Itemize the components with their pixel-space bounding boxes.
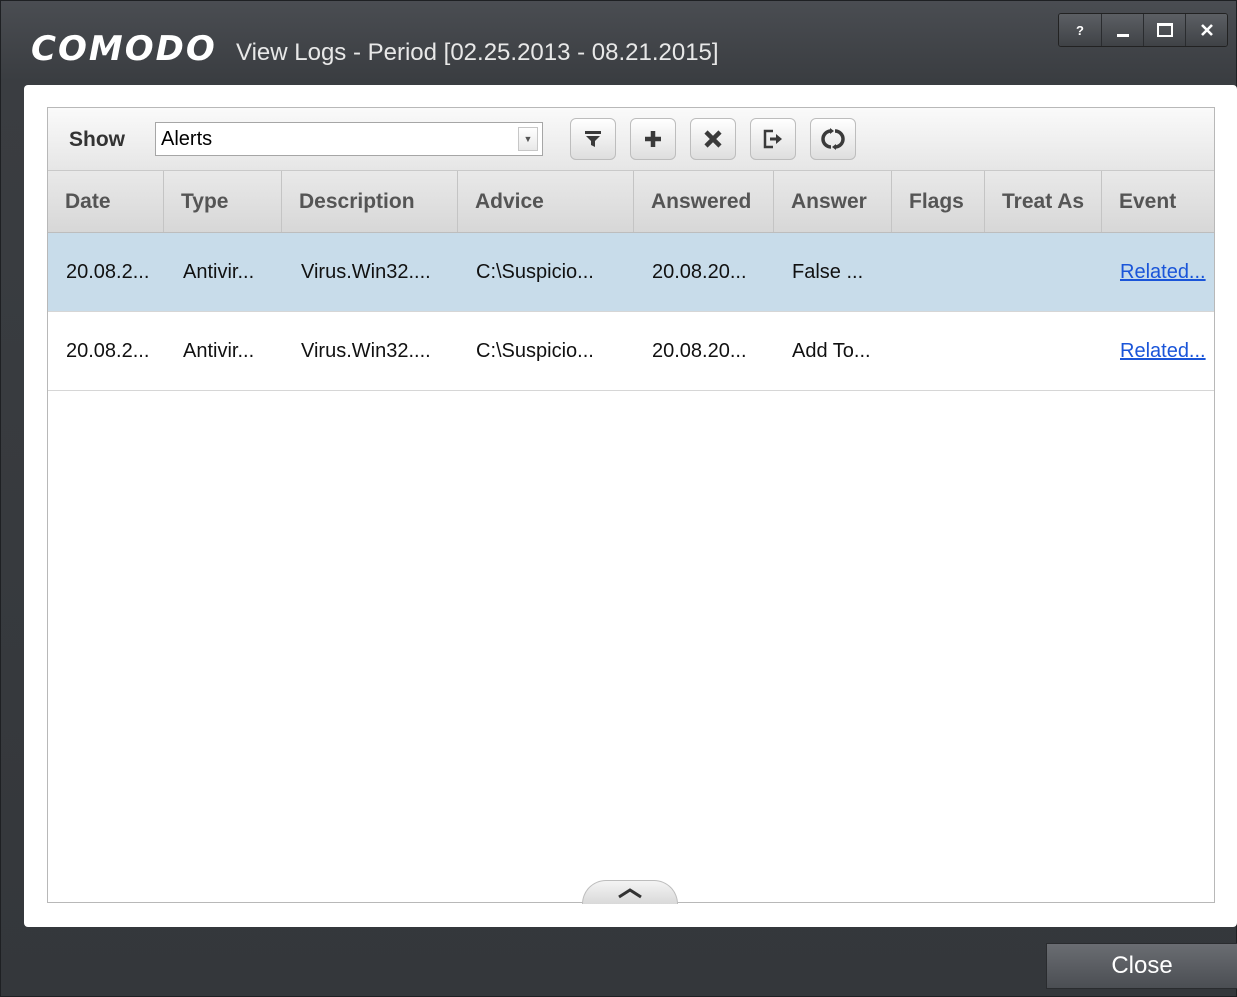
column-header-description[interactable]: Description — [282, 171, 458, 232]
log-view: Show Alerts ▼ Date Type Description Advi… — [47, 107, 1215, 904]
export-button[interactable] — [750, 118, 796, 160]
cell-answer: Add To... — [792, 340, 871, 362]
minimize-icon — [1116, 33, 1129, 37]
close-button[interactable]: Close — [1046, 943, 1237, 989]
table-row[interactable]: 20.08.2... Antivir... Virus.Win32.... C:… — [48, 233, 1214, 312]
chevron-up-icon — [618, 887, 642, 898]
cell-answer: False ... — [792, 261, 864, 283]
minimize-button[interactable] — [1101, 14, 1143, 46]
refresh-icon — [821, 128, 845, 150]
add-icon — [645, 131, 661, 147]
column-header-advice[interactable]: Advice — [458, 171, 634, 232]
close-icon — [1200, 24, 1213, 36]
cell-description: Virus.Win32.... — [301, 340, 431, 362]
close-window-button[interactable] — [1185, 14, 1227, 46]
cell-type: Antivir... — [183, 340, 255, 362]
maximize-button[interactable] — [1143, 14, 1185, 46]
table-row[interactable]: 20.08.2... Antivir... Virus.Win32.... C:… — [48, 312, 1214, 391]
column-header-answered[interactable]: Answered — [634, 171, 774, 232]
column-header-treat-as[interactable]: Treat As — [985, 171, 1102, 232]
add-button[interactable] — [630, 118, 676, 160]
cell-date: 20.08.2... — [66, 261, 150, 283]
help-button[interactable]: ? — [1059, 14, 1101, 46]
table-header: Date Type Description Advice Answered An… — [48, 171, 1214, 233]
help-icon: ? — [1076, 22, 1084, 38]
column-header-flags[interactable]: Flags — [892, 171, 985, 232]
show-select-value: Alerts — [161, 128, 213, 150]
cell-description: Virus.Win32.... — [301, 261, 431, 283]
content-panel: Show Alerts ▼ Date Type Description Advi… — [24, 85, 1237, 927]
remove-button[interactable] — [690, 118, 736, 160]
window-controls: ? — [1058, 13, 1228, 47]
cell-answered: 20.08.20... — [652, 261, 747, 283]
show-select[interactable]: Alerts ▼ — [155, 122, 543, 156]
cell-advice: C:\Suspicio... — [476, 340, 594, 362]
comodo-logo: COMODO — [31, 29, 217, 69]
collapse-panel-button[interactable] — [582, 880, 678, 904]
column-header-answer[interactable]: Answer — [774, 171, 892, 232]
column-header-date[interactable]: Date — [48, 171, 164, 232]
cell-date: 20.08.2... — [66, 340, 150, 362]
refresh-button[interactable] — [810, 118, 856, 160]
window-title: View Logs - Period [02.25.2013 - 08.21.2… — [236, 39, 719, 66]
cell-type: Antivir... — [183, 261, 255, 283]
filter-icon — [585, 131, 601, 147]
remove-icon — [704, 130, 722, 148]
related-event-link[interactable]: Related... — [1120, 261, 1206, 284]
column-header-event[interactable]: Event — [1102, 171, 1214, 232]
cell-advice: C:\Suspicio... — [476, 261, 594, 283]
column-header-type[interactable]: Type — [164, 171, 282, 232]
cell-answered: 20.08.20... — [652, 340, 747, 362]
show-label: Show — [69, 128, 125, 151]
app-window: COMODO View Logs - Period [02.25.2013 - … — [0, 0, 1237, 997]
toolbar: Show Alerts ▼ — [48, 108, 1214, 171]
export-icon — [763, 129, 782, 149]
maximize-icon — [1156, 23, 1173, 37]
filter-button[interactable] — [570, 118, 616, 160]
chevron-down-icon[interactable]: ▼ — [518, 127, 538, 151]
related-event-link[interactable]: Related... — [1120, 340, 1206, 363]
